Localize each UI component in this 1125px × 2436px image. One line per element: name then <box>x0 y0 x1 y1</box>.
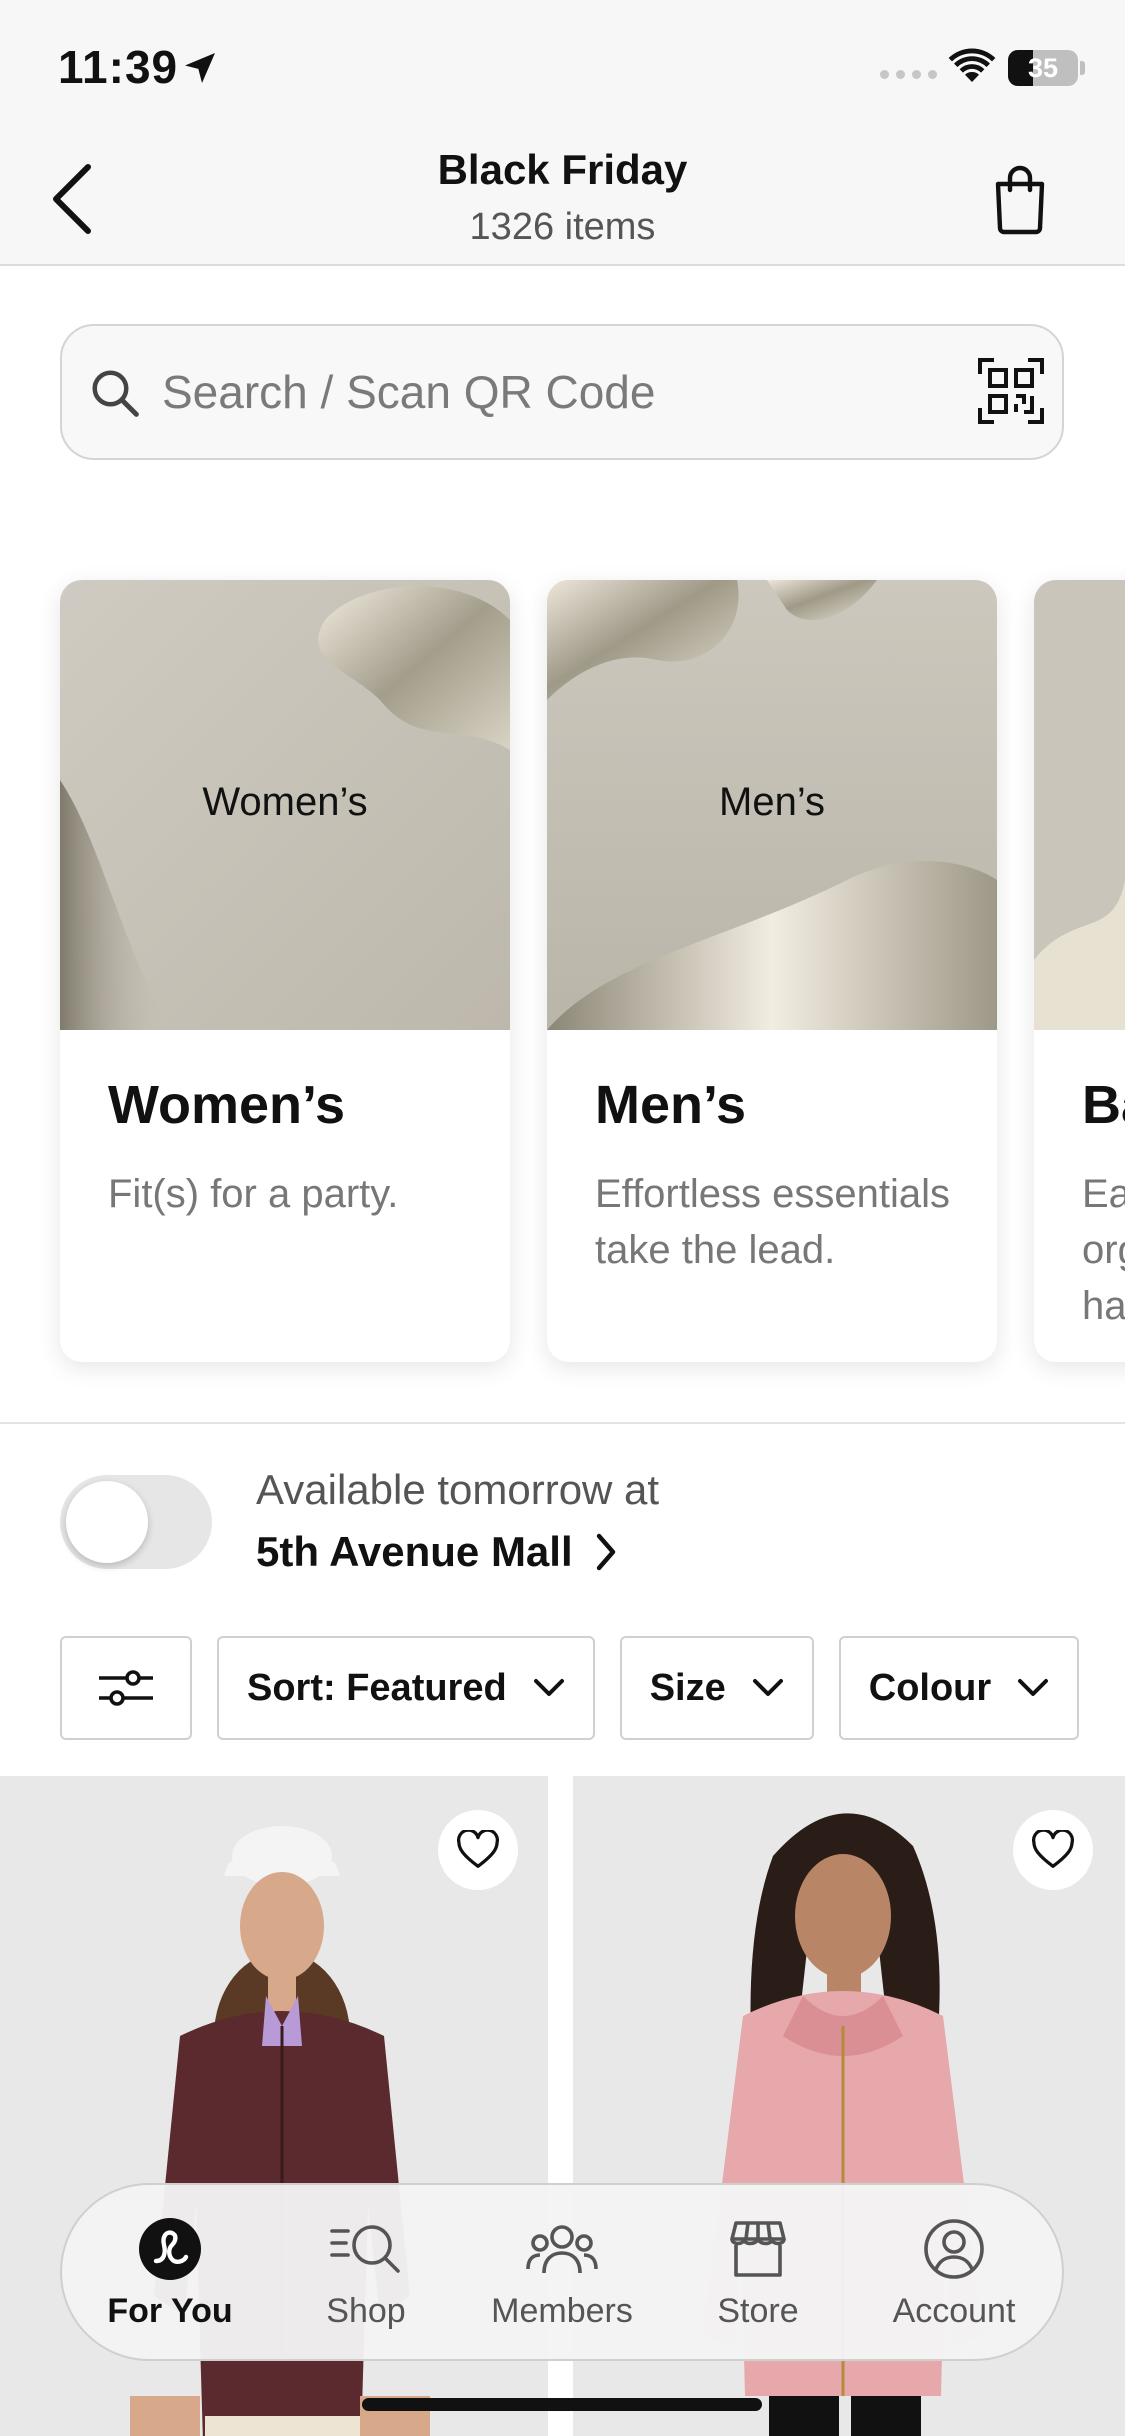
status-time: 11:39 <box>58 41 179 93</box>
tab-account[interactable]: Account <box>864 2214 1044 2331</box>
location-arrow-icon <box>185 53 215 83</box>
chevron-down-icon <box>533 1679 564 1696</box>
category-image: Men’s <box>547 580 997 1030</box>
tab-store[interactable]: Store <box>668 2214 848 2331</box>
filter-bar: Sort: Featured Size Colour <box>60 1636 1080 1740</box>
category-carousel[interactable]: Women’s Women’s Fit(s) for a party. Men’… <box>0 540 1125 1420</box>
shopping-bag-button[interactable] <box>990 164 1050 236</box>
chevron-down-icon <box>1018 1679 1049 1696</box>
category-description: Fit(s) for a party. <box>108 1172 399 1216</box>
search-icon <box>92 370 139 417</box>
filter-sliders-icon <box>99 1670 153 1706</box>
store-icon <box>730 2220 786 2277</box>
colour-label: Colour <box>868 1666 992 1709</box>
tab-label: Store <box>717 2291 799 2330</box>
tab-label: Shop <box>326 2291 406 2330</box>
cellular-signal-icon <box>880 70 937 79</box>
category-image <box>1034 580 1125 1030</box>
colour-dropdown[interactable]: Colour <box>838 1636 1080 1740</box>
home-indicator <box>362 2398 762 2411</box>
category-title: Ba <box>1082 1075 1125 1135</box>
favorite-button[interactable] <box>1013 1810 1093 1890</box>
filter-button[interactable] <box>60 1636 192 1740</box>
bottom-tab-bar: For You Shop Members Store Account <box>60 2183 1064 2361</box>
category-description: Ea org ha <box>1082 1172 1125 1328</box>
favorite-button[interactable] <box>438 1810 518 1890</box>
size-dropdown[interactable]: Size <box>619 1636 814 1740</box>
chevron-down-icon <box>752 1679 783 1696</box>
category-image-label: Women’s <box>202 780 368 824</box>
category-card-womens[interactable]: Women’s Women’s Fit(s) for a party. <box>60 580 510 1362</box>
section-divider <box>0 1422 1125 1424</box>
search-bar <box>60 324 1064 460</box>
page-title: Black Friday <box>437 146 688 193</box>
tab-shop[interactable]: Shop <box>276 2214 456 2331</box>
heart-icon <box>1031 1830 1075 1868</box>
heart-icon <box>456 1830 500 1868</box>
status-bar: 11:39 35 <box>0 0 1125 132</box>
store-name: 5th Avenue Mall <box>256 1528 573 1575</box>
qr-code-scan-icon[interactable] <box>978 358 1044 424</box>
size-label: Size <box>649 1666 726 1709</box>
item-count: 1326 items <box>469 206 656 248</box>
category-image-label: Men’s <box>719 780 825 824</box>
availability-toggle[interactable] <box>60 1475 212 1569</box>
tab-label: Members <box>491 2291 633 2330</box>
toggle-knob <box>66 1481 148 1563</box>
tab-for-you[interactable]: For You <box>80 2214 260 2331</box>
members-icon <box>526 2224 598 2273</box>
category-title: Women’s <box>108 1075 346 1135</box>
availability-label: Available tomorrow at <box>256 1466 660 1513</box>
category-description: Effortless essentials take the lead. <box>595 1172 950 1272</box>
store-selector-link[interactable]: 5th Avenue Mall <box>256 1528 617 1576</box>
shopping-bag-icon <box>995 165 1045 235</box>
tab-members[interactable]: Members <box>472 2214 652 2331</box>
category-image: Women’s <box>60 580 510 1030</box>
chevron-right-icon <box>596 1533 615 1571</box>
search-input[interactable] <box>162 326 962 458</box>
shop-search-icon <box>330 2224 400 2273</box>
battery-icon: 35 <box>1008 50 1078 86</box>
tab-label: For You <box>107 2291 233 2330</box>
sort-dropdown[interactable]: Sort: Featured <box>217 1636 595 1740</box>
wifi-icon <box>948 48 996 82</box>
tab-label: Account <box>892 2291 1016 2330</box>
battery-level: 35 <box>1027 53 1059 83</box>
sort-label: Sort: Featured <box>247 1666 507 1709</box>
account-icon <box>924 2218 984 2279</box>
category-card-mens[interactable]: Men’s Men’s Effortless essentials take t… <box>547 580 997 1362</box>
nav-header: Black Friday 1326 items <box>0 132 1125 266</box>
category-card-partial[interactable]: Ba Ea org ha <box>1034 580 1125 1362</box>
category-title: Men’s <box>595 1075 747 1135</box>
lululemon-logo-icon <box>139 2217 201 2280</box>
